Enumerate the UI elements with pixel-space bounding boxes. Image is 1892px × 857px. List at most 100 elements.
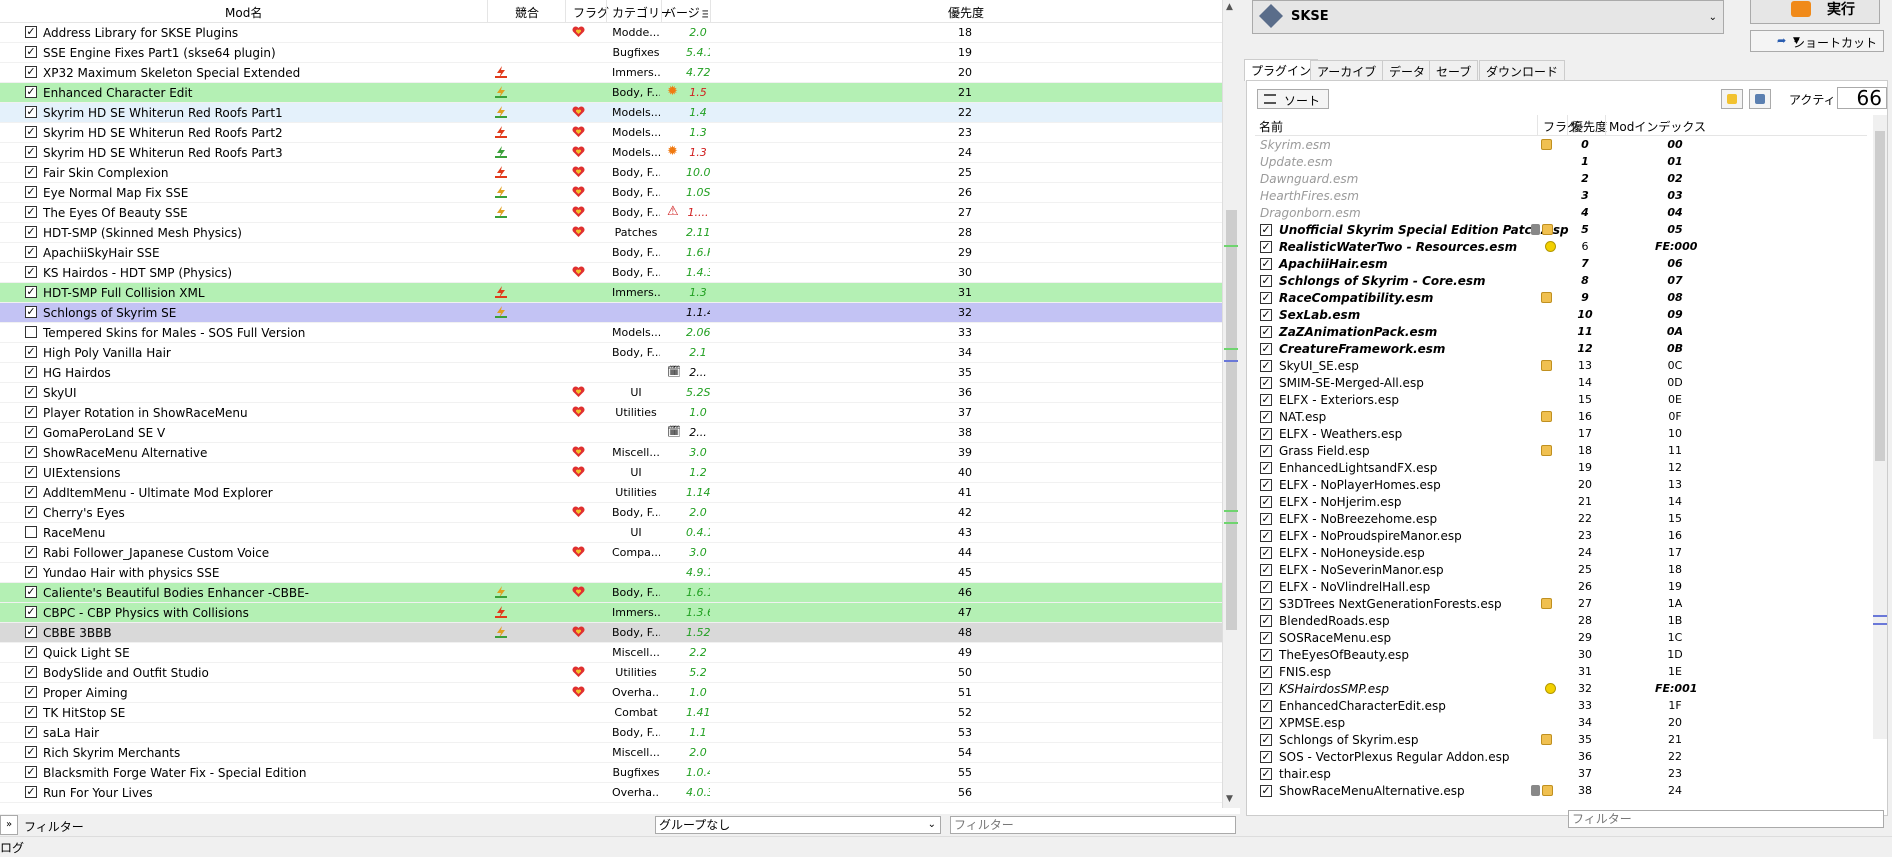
mod-filter-input[interactable]: フィルター: [950, 816, 1236, 834]
plugin-row[interactable]: ✓ SOSRaceMenu.esp 29 1C: [1255, 630, 1867, 647]
plugin-enabled-checkbox[interactable]: ✓: [1260, 377, 1272, 389]
tab-saves[interactable]: セーブ: [1429, 60, 1479, 80]
mod-enabled-checkbox[interactable]: ✓: [25, 786, 37, 798]
mod-enabled-checkbox[interactable]: ✓: [25, 746, 37, 758]
mod-row[interactable]: ✓ Blacksmith Forge Water Fix - Special Ed…: [0, 763, 1222, 783]
mod-enabled-checkbox[interactable]: ✓: [25, 446, 37, 458]
expand-icon[interactable]: »: [0, 815, 18, 835]
mod-enabled-checkbox[interactable]: ✓: [25, 246, 37, 258]
mod-enabled-checkbox[interactable]: ✓: [25, 46, 37, 58]
plugin-enabled-checkbox[interactable]: ✓: [1260, 343, 1272, 355]
plugin-enabled-checkbox[interactable]: ✓: [1260, 649, 1272, 661]
mod-row[interactable]: ✓ Schlongs of Skyrim SE 1.1.4 32: [0, 303, 1222, 323]
restore-backup-button[interactable]: [1721, 89, 1743, 109]
plugin-row[interactable]: ✓ ELFX - NoHjerim.esp 21 14: [1255, 494, 1867, 511]
plugin-enabled-checkbox[interactable]: ✓: [1260, 734, 1272, 746]
mod-row[interactable]: ✓ HG Hairdos 🗓 2... 35: [0, 363, 1222, 383]
mod-row[interactable]: ✓ Enhanced Character Edit Body, F... ✹ 1.5 21: [0, 83, 1222, 103]
mod-enabled-checkbox[interactable]: ✓: [25, 86, 37, 98]
plugin-row[interactable]: ✓ RaceCompatibility.esm 9 08: [1255, 290, 1867, 307]
mod-enabled-checkbox[interactable]: ✓: [25, 706, 37, 718]
run-button[interactable]: 実行: [1750, 0, 1880, 24]
plugin-enabled-checkbox[interactable]: ✓: [1260, 275, 1272, 287]
mod-row[interactable]: ✓ The Eyes Of Beauty SSE Body, F... ⚠ 1.... 2…: [0, 203, 1222, 223]
plugin-enabled-checkbox[interactable]: ✓: [1260, 683, 1272, 695]
plugin-enabled-checkbox[interactable]: ✓: [1260, 479, 1272, 491]
mod-enabled-checkbox[interactable]: ✓: [25, 506, 37, 518]
plugin-enabled-checkbox[interactable]: ✓: [1260, 496, 1272, 508]
mod-row[interactable]: ✓ Skyrim HD SE Whiterun Red Roofs Part2 Mo…: [0, 123, 1222, 143]
mod-enabled-checkbox[interactable]: ✓: [25, 586, 37, 598]
mod-row[interactable]: RaceMenu UI 0.4.16 43: [0, 523, 1222, 543]
mod-enabled-checkbox[interactable]: ✓: [25, 406, 37, 418]
column-header-priority[interactable]: 優先度: [948, 4, 984, 21]
mod-row[interactable]: ✓ Address Library for SKSE Plugins Modde..…: [0, 23, 1222, 43]
mod-row[interactable]: ✓ KS Hairdos - HDT SMP (Physics) Body, F..…: [0, 263, 1222, 283]
plugin-row[interactable]: ✓ KSHairdosSMP.esp 32 FE:001: [1255, 681, 1867, 698]
plugin-row[interactable]: ✓ SOS - VectorPlexus Regular Addon.esp 36 2…: [1255, 749, 1867, 766]
mod-enabled-checkbox[interactable]: ✓: [25, 386, 37, 398]
plugin-enabled-checkbox[interactable]: ✓: [1260, 564, 1272, 576]
mod-enabled-checkbox[interactable]: ✓: [25, 106, 37, 118]
mod-enabled-checkbox[interactable]: ✓: [25, 66, 37, 78]
mod-row[interactable]: ✓ CBPC - CBP Physics with Collisions Immer…: [0, 603, 1222, 623]
sort-button[interactable]: ソート: [1257, 89, 1329, 109]
plugin-enabled-checkbox[interactable]: ✓: [1260, 224, 1272, 236]
mod-row[interactable]: ✓ Eye Normal Map Fix SSE Body, F... 1.0SE 26: [0, 183, 1222, 203]
plugin-row[interactable]: ✓ Grass Field.esp 18 11: [1255, 443, 1867, 460]
mod-enabled-checkbox[interactable]: ✓: [25, 606, 37, 618]
plugin-row[interactable]: HearthFires.esm 3 03: [1255, 188, 1867, 205]
plugin-row[interactable]: ✓ FNIS.esp 31 1E: [1255, 664, 1867, 681]
mod-enabled-checkbox[interactable]: ✓: [25, 546, 37, 558]
plugin-row[interactable]: ✓ EnhancedCharacterEdit.esp 33 1F: [1255, 698, 1867, 715]
plugin-enabled-checkbox[interactable]: ✓: [1260, 581, 1272, 593]
plugin-row[interactable]: ✓ ZaZAnimationPack.esm 11 0A: [1255, 324, 1867, 341]
plugin-row[interactable]: ✓ ApachiiHair.esm 7 06: [1255, 256, 1867, 273]
column-header-flags[interactable]: フラグ: [573, 4, 609, 21]
plugin-row[interactable]: ✓ SMIM-SE-Merged-All.esp 14 0D: [1255, 375, 1867, 392]
mod-row[interactable]: ✓ Yundao Hair with physics SSE 4.9.1 45: [0, 563, 1222, 583]
mod-enabled-checkbox[interactable]: ✓: [25, 426, 37, 438]
scrollbar-thumb[interactable]: [1226, 210, 1237, 630]
mod-row[interactable]: ✓ HDT-SMP (Skinned Mesh Physics) Patches 2.…: [0, 223, 1222, 243]
executable-select[interactable]: SKSE ⌄: [1252, 0, 1724, 34]
scrollbar-thumb[interactable]: [1875, 131, 1885, 461]
mod-enabled-checkbox[interactable]: ✓: [25, 486, 37, 498]
plugin-enabled-checkbox[interactable]: ✓: [1260, 445, 1272, 457]
mod-row[interactable]: ✓ ApachiiSkyHair SSE Body, F... 1.6.Full 29: [0, 243, 1222, 263]
mod-row[interactable]: ✓ XP32 Maximum Skeleton Special Extended I…: [0, 63, 1222, 83]
tab-plugins[interactable]: プラグイン: [1244, 59, 1319, 81]
plugin-enabled-checkbox[interactable]: ✓: [1260, 513, 1272, 525]
plugin-row[interactable]: ✓ BlendedRoads.esp 28 1B: [1255, 613, 1867, 630]
plugin-enabled-checkbox[interactable]: ✓: [1260, 768, 1272, 780]
plugin-enabled-checkbox[interactable]: ✓: [1260, 632, 1272, 644]
scroll-down-icon[interactable]: ▼: [1226, 794, 1233, 804]
mod-row[interactable]: ✓ High Poly Vanilla Hair Body, F... 2.1 34: [0, 343, 1222, 363]
mod-row[interactable]: ✓ Skyrim HD SE Whiterun Red Roofs Part1 Mo…: [0, 103, 1222, 123]
shortcut-button[interactable]: ➦ ショートカット ▼: [1750, 30, 1884, 52]
column-header-name[interactable]: Mod名: [225, 4, 262, 21]
mod-enabled-checkbox[interactable]: ✓: [25, 126, 37, 138]
plugin-row[interactable]: ✓ SkyUI_SE.esp 13 0C: [1255, 358, 1867, 375]
plugin-row[interactable]: ✓ ELFX - NoBreezehome.esp 22 15: [1255, 511, 1867, 528]
mod-enabled-checkbox[interactable]: ✓: [25, 286, 37, 298]
mod-row[interactable]: ✓ SSE Engine Fixes Part1 (skse64 plugin) B…: [0, 43, 1222, 63]
plugin-enabled-checkbox[interactable]: ✓: [1260, 666, 1272, 678]
plugin-row[interactable]: Dragonborn.esm 4 04: [1255, 205, 1867, 222]
plugin-row[interactable]: ✓ S3DTrees NextGenerationForests.esp 27 1A: [1255, 596, 1867, 613]
plugin-row[interactable]: ✓ ELFX - Weathers.esp 17 10: [1255, 426, 1867, 443]
mod-enabled-checkbox[interactable]: ✓: [25, 146, 37, 158]
column-header-category[interactable]: カテゴリー: [612, 4, 672, 21]
plugin-row[interactable]: ✓ XPMSE.esp 34 20: [1255, 715, 1867, 732]
mod-enabled-checkbox[interactable]: ✓: [25, 466, 37, 478]
plugin-enabled-checkbox[interactable]: ✓: [1260, 394, 1272, 406]
mod-list-scrollbar[interactable]: ▲ ▼: [1222, 0, 1240, 808]
mod-row[interactable]: ✓ ShowRaceMenu Alternative Miscell... 3.0 39: [0, 443, 1222, 463]
mod-enabled-checkbox[interactable]: [25, 526, 37, 538]
column-header-mod-index[interactable]: Modインデックス: [1609, 118, 1706, 135]
plugin-enabled-checkbox[interactable]: ✓: [1260, 462, 1272, 474]
mod-enabled-checkbox[interactable]: ✓: [25, 26, 37, 38]
mod-row[interactable]: Tempered Skins for Males - SOS Full Vers…: [0, 323, 1222, 343]
mod-enabled-checkbox[interactable]: ✓: [25, 626, 37, 638]
mod-row[interactable]: ✓ AddItemMenu - Ultimate Mod Explorer Util…: [0, 483, 1222, 503]
